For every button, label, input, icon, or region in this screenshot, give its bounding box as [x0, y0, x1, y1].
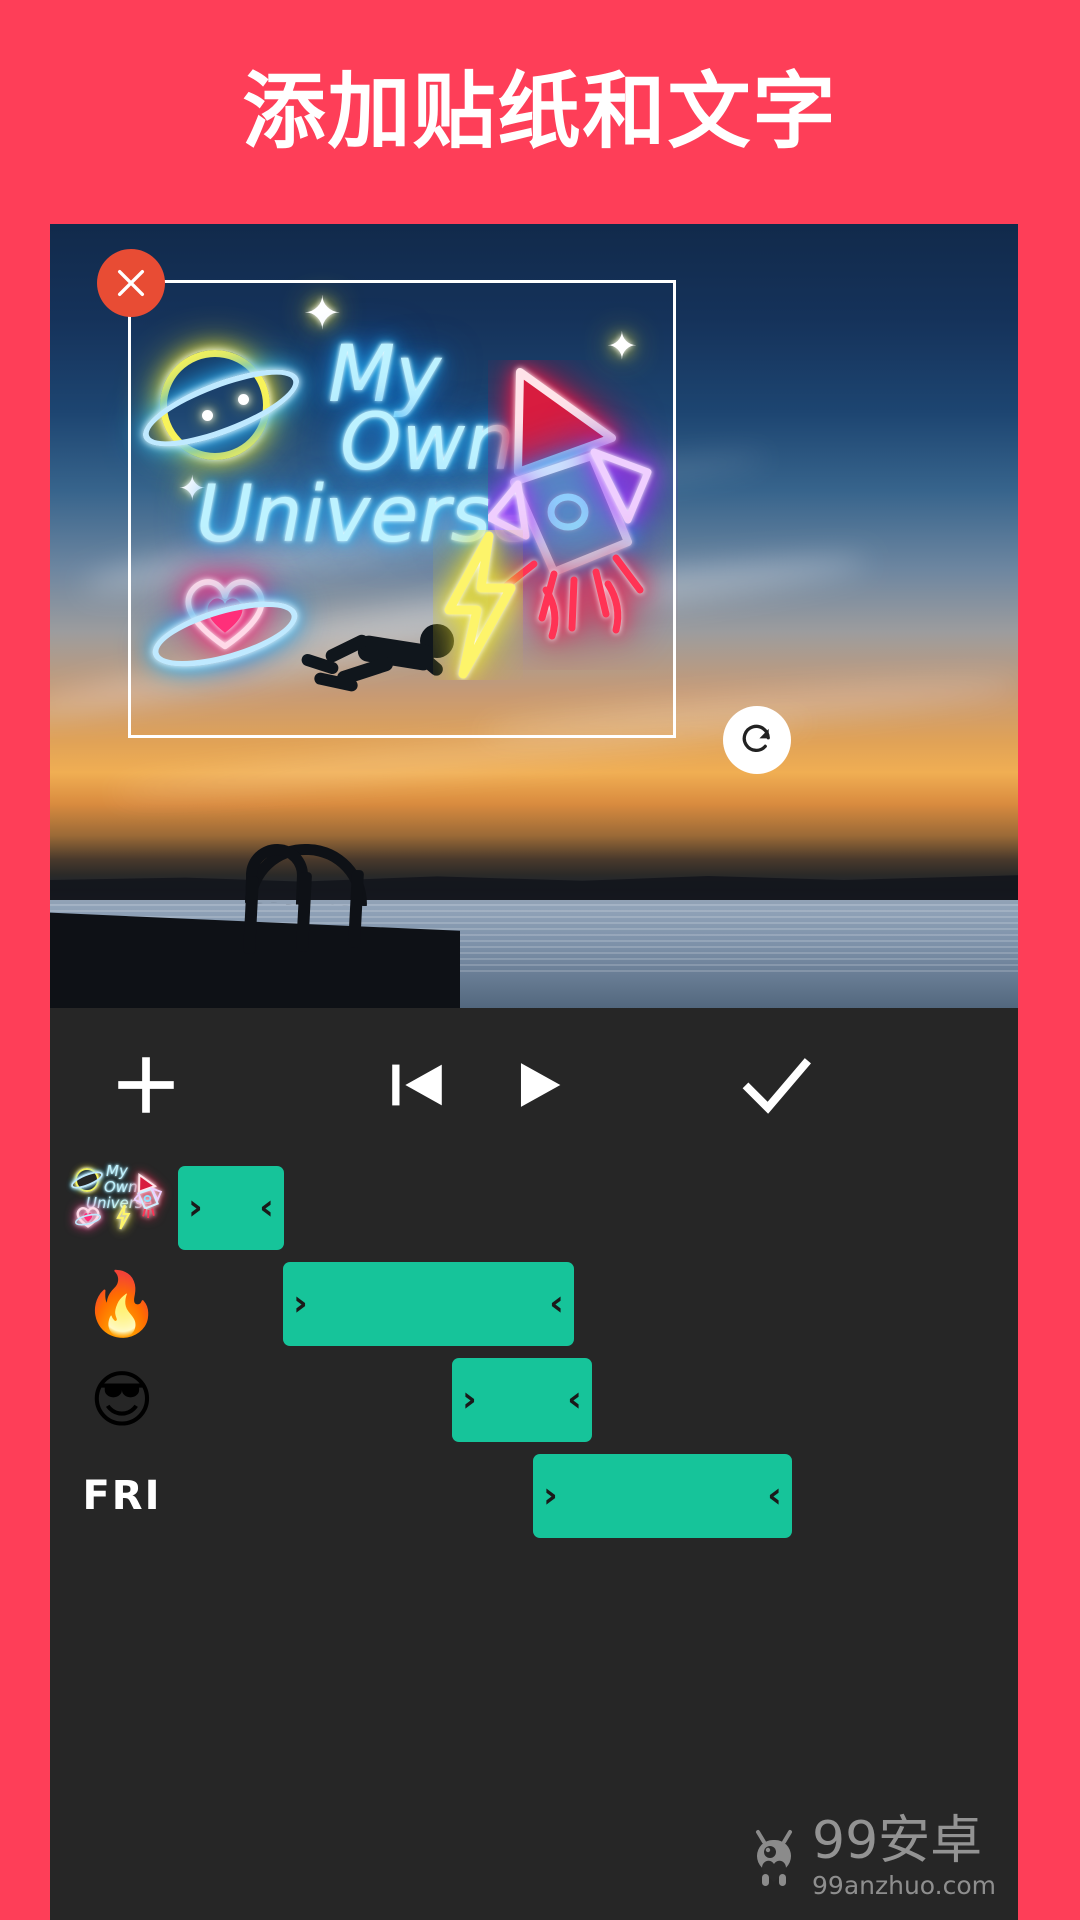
fire-emoji-icon: 🔥	[83, 1267, 161, 1340]
rotate-icon	[742, 724, 770, 752]
mini-text-line-1: My	[106, 1162, 128, 1180]
timeline-clip[interactable]: › ‹	[533, 1454, 792, 1538]
skip-previous-button[interactable]	[362, 1040, 472, 1130]
fri-text-label: FRI	[82, 1473, 162, 1519]
track-thumbnail-neon-set[interactable]: My Own Universe	[68, 1160, 172, 1256]
timeline-track: FRI › ‹	[50, 1448, 1018, 1544]
watermark-url: 99anzhuo.com	[812, 1871, 996, 1900]
track-thumbnail-fri-text[interactable]: FRI	[72, 1448, 172, 1544]
clip-handle-left[interactable]: ›	[188, 1190, 203, 1226]
clip-handle-right[interactable]: ‹	[767, 1478, 782, 1514]
track-thumbnail-cool-face[interactable]: 😎	[72, 1352, 172, 1448]
page-header: 添加贴纸和文字	[0, 0, 1080, 222]
confirm-button[interactable]	[710, 1040, 842, 1130]
video-preview[interactable]: ✦ ✦ ✦ My Own Universe	[50, 224, 1018, 1008]
neon-set-thumbnail: My Own Universe	[68, 1160, 172, 1230]
timeline-clip[interactable]: › ‹	[283, 1262, 574, 1346]
clip-handle-left[interactable]: ›	[293, 1286, 308, 1322]
timeline-clip[interactable]: › ‹	[178, 1166, 284, 1250]
timeline-track: My Own Universe › ‹	[50, 1160, 1018, 1256]
android-robot-icon	[756, 1829, 793, 1886]
skip-previous-icon	[392, 1064, 442, 1106]
plus-icon	[118, 1057, 174, 1113]
mini-bolt-icon	[116, 1204, 131, 1230]
timeline-track: 🔥 › ‹	[50, 1256, 1018, 1352]
check-icon	[742, 1058, 811, 1114]
page-title: 添加贴纸和文字	[242, 62, 838, 160]
clip-handle-left[interactable]: ›	[462, 1382, 477, 1418]
clip-handle-left[interactable]: ›	[543, 1478, 558, 1514]
close-icon	[117, 269, 145, 297]
play-button[interactable]	[482, 1040, 592, 1130]
mini-heart-icon	[74, 1207, 102, 1228]
clip-handle-right[interactable]: ‹	[567, 1382, 582, 1418]
sunglasses-emoji-icon: 😎	[89, 1363, 155, 1436]
add-sticker-button[interactable]	[80, 1040, 212, 1130]
watermark-title: 99安卓	[812, 1811, 983, 1871]
rotate-sticker-button[interactable]	[723, 706, 791, 774]
watermark: 99安卓 99anzhuo.com	[746, 1815, 996, 1898]
play-icon	[520, 1063, 561, 1107]
mini-text-line-2: Own	[104, 1178, 138, 1196]
selection-frame[interactable]	[128, 280, 676, 738]
close-sticker-button[interactable]	[97, 249, 165, 317]
sticker-timeline: My Own Universe › ‹ 🔥 › ‹ 😎 › ‹ FRI › ‹	[50, 1160, 1018, 1630]
track-thumbnail-fire[interactable]: 🔥	[72, 1256, 172, 1352]
clip-handle-right[interactable]: ‹	[259, 1190, 274, 1226]
mini-rocket-icon	[134, 1172, 163, 1219]
editor-toolbar	[50, 1008, 1018, 1160]
timeline-track: 😎 › ‹	[50, 1352, 1018, 1448]
editor-panel: ✦ ✦ ✦ My Own Universe My Own Universe › …	[50, 224, 1018, 1920]
timeline-clip[interactable]: › ‹	[452, 1358, 592, 1442]
clip-handle-right[interactable]: ‹	[549, 1286, 564, 1322]
